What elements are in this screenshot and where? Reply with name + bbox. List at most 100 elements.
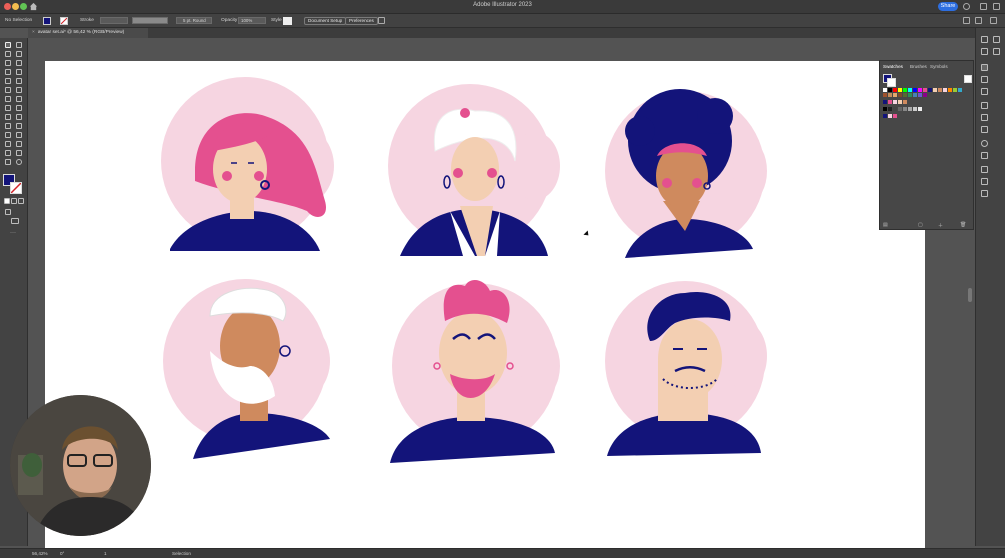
avatar-white-hair-woman[interactable] [388, 84, 560, 256]
symbol-sprayer-tool-icon[interactable] [5, 141, 11, 147]
avatar-curly-hair-woman[interactable] [605, 89, 767, 258]
swatches-dock-icon[interactable] [981, 64, 988, 71]
swatch-item[interactable] [958, 88, 962, 92]
swatch-item[interactable] [898, 100, 902, 104]
swatch-item[interactable] [918, 107, 922, 111]
status-mode[interactable]: Selection [172, 551, 191, 556]
line-tool-icon[interactable] [16, 69, 22, 75]
swatch-item[interactable] [908, 107, 912, 111]
blend-tool-icon[interactable] [16, 132, 22, 138]
swatch-item[interactable] [903, 88, 907, 92]
swatch-item[interactable] [898, 93, 902, 97]
panels-icon[interactable] [993, 3, 1000, 10]
swatch-item[interactable] [903, 100, 907, 104]
graphic-style-swatch[interactable] [283, 17, 292, 25]
swatch-item[interactable] [888, 100, 892, 104]
swatch-item[interactable] [908, 88, 912, 92]
swatch-item[interactable] [913, 88, 917, 92]
swatch-item[interactable] [938, 88, 942, 92]
screen-mode-icon[interactable] [11, 218, 19, 224]
lasso-tool-icon[interactable] [16, 51, 22, 57]
avatar-stubble-man[interactable] [605, 281, 767, 456]
zoom-tool-icon[interactable] [16, 159, 22, 165]
swatch-item[interactable] [888, 88, 892, 92]
search-icon[interactable] [963, 3, 970, 10]
swatch-item[interactable] [883, 100, 887, 104]
stroke-color-box[interactable] [10, 182, 22, 194]
swatch-item[interactable] [888, 114, 892, 118]
swatch-item[interactable] [948, 88, 952, 92]
swatch-item[interactable] [893, 93, 897, 97]
pen-tool-icon[interactable] [5, 60, 11, 66]
artboard-number[interactable]: 1 [104, 551, 107, 556]
variable-width-field[interactable] [132, 17, 168, 24]
swatch-item[interactable] [883, 107, 887, 111]
swatch-item[interactable] [893, 107, 897, 111]
opacity-field[interactable]: 100% [238, 17, 266, 24]
gradient-dock-icon[interactable] [981, 114, 988, 121]
share-button[interactable]: Share [938, 2, 958, 11]
paintbrush-tool-icon[interactable] [16, 78, 22, 84]
curvature-tool-icon[interactable] [16, 60, 22, 66]
shape-builder-tool-icon[interactable] [5, 114, 11, 120]
stroke-weight-field[interactable] [100, 17, 128, 24]
artboard-tool-icon[interactable] [5, 150, 11, 156]
align-icon[interactable] [963, 17, 970, 24]
appearance-dock-icon[interactable] [981, 140, 988, 147]
tab-swatches[interactable]: Swatches [883, 64, 903, 69]
swatch-item[interactable] [933, 88, 937, 92]
document-tab[interactable]: × avatar set.ai* @ 56,42 % (RGB/Preview) [28, 28, 148, 38]
preferences-button[interactable]: Preferences [345, 17, 378, 25]
close-tab-icon[interactable]: × [32, 30, 35, 35]
tab-symbols[interactable]: Symbols [930, 64, 948, 69]
swatch-item[interactable] [893, 100, 897, 104]
gradient-tool-icon[interactable] [16, 123, 22, 129]
rectangle-tool-icon[interactable] [5, 78, 11, 84]
swatch-item[interactable] [903, 93, 907, 97]
zoom-level[interactable]: 56,42% [32, 551, 48, 556]
symbols-dock-icon[interactable] [981, 88, 988, 95]
more-tools-icon[interactable]: ··· [10, 230, 16, 236]
fill-swatch[interactable] [43, 17, 51, 25]
rotation-value[interactable]: 0° [60, 551, 64, 556]
transparency-dock-icon[interactable] [981, 126, 988, 133]
swatch-item[interactable] [888, 93, 892, 97]
swatch-item[interactable] [923, 93, 927, 97]
swatch-item[interactable] [883, 93, 887, 97]
gradient-mode-icon[interactable] [11, 198, 17, 204]
vertical-scrollbar[interactable] [968, 288, 972, 302]
eraser-tool-icon[interactable] [16, 87, 22, 93]
swatch-item[interactable] [888, 107, 892, 111]
transform-icon[interactable] [975, 17, 982, 24]
swatch-libraries-icon[interactable]: ▤ [883, 222, 888, 228]
slice-tool-icon[interactable] [16, 150, 22, 156]
swatch-item[interactable] [943, 88, 947, 92]
free-transform-tool-icon[interactable] [16, 105, 22, 111]
tab-brushes[interactable]: Brushes [910, 64, 927, 69]
properties-icon[interactable] [981, 36, 988, 43]
artboard[interactable] [45, 61, 925, 548]
shaper-tool-icon[interactable] [5, 87, 11, 93]
swatch-item[interactable] [883, 88, 887, 92]
swatch-item[interactable] [898, 107, 902, 111]
swatch-item[interactable] [928, 88, 932, 92]
rotate-tool-icon[interactable] [5, 96, 11, 102]
avatar-pink-hair-woman[interactable] [161, 77, 334, 251]
brushes-dock-icon[interactable] [981, 76, 988, 83]
swatch-item[interactable] [908, 93, 912, 97]
swatch-item[interactable] [898, 88, 902, 92]
swatch-item[interactable] [893, 88, 897, 92]
artboards-dock-icon[interactable] [981, 178, 988, 185]
document-setup-button[interactable]: Document Setup [304, 17, 347, 25]
avatar-white-beard-man[interactable] [163, 279, 330, 459]
column-graph-tool-icon[interactable] [16, 141, 22, 147]
color-mode-icon[interactable] [4, 198, 10, 204]
magic-wand-tool-icon[interactable] [5, 51, 11, 57]
draw-mode-icon[interactable] [5, 209, 11, 215]
perspective-grid-tool-icon[interactable] [16, 114, 22, 120]
none-mode-icon[interactable] [18, 198, 24, 204]
stroke-swatch[interactable] [60, 17, 68, 25]
avatar-pink-beard-man[interactable] [390, 279, 560, 463]
type-tool-icon[interactable] [5, 69, 11, 75]
libraries-icon[interactable] [981, 48, 988, 55]
